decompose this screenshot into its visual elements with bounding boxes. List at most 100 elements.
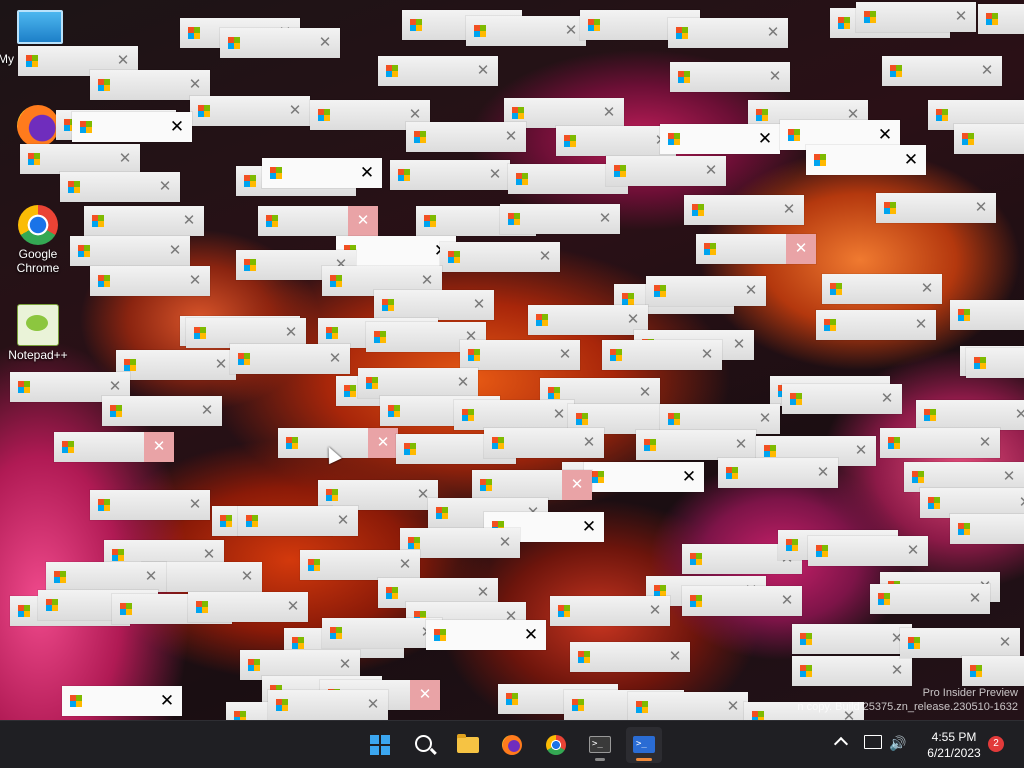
close-button[interactable]: ✕ — [110, 144, 140, 174]
close-button[interactable]: ✕ — [232, 562, 262, 592]
close-button[interactable]: ✕ — [912, 274, 942, 304]
close-button[interactable]: ✕ — [872, 384, 902, 414]
close-button[interactable]: ✕ — [516, 620, 546, 650]
message-box[interactable]: ✕ — [792, 656, 912, 686]
close-button[interactable]: ✕ — [640, 596, 670, 626]
message-box[interactable]: ✕ — [950, 514, 1024, 544]
close-button[interactable]: ✕ — [348, 206, 378, 236]
close-button[interactable]: ✕ — [496, 122, 526, 152]
message-box[interactable]: ✕ — [472, 470, 592, 500]
message-box[interactable]: ✕ — [570, 642, 690, 672]
close-button[interactable]: ✕ — [808, 458, 838, 488]
network-icon[interactable] — [864, 735, 882, 749]
close-button[interactable]: ✕ — [574, 428, 604, 458]
message-box[interactable]: ✕ — [606, 156, 726, 186]
message-box[interactable]: ✕ — [718, 458, 838, 488]
close-button[interactable]: ✕ — [144, 432, 174, 462]
taskbar-firefox[interactable] — [494, 727, 530, 763]
message-box[interactable]: ✕ — [978, 4, 1024, 34]
close-button[interactable]: ✕ — [970, 428, 1000, 458]
message-box[interactable]: ✕ — [70, 236, 190, 266]
message-box[interactable]: ✕ — [390, 160, 510, 190]
message-box[interactable]: ✕ — [856, 2, 976, 32]
close-button[interactable]: ✕ — [480, 160, 510, 190]
close-button[interactable]: ✕ — [150, 172, 180, 202]
desktop-icon-chrome[interactable]: Google Chrome — [0, 205, 76, 275]
message-box[interactable]: ✕ — [500, 204, 620, 234]
message-box[interactable]: ✕ — [806, 145, 926, 175]
close-button[interactable]: ✕ — [368, 428, 398, 458]
message-box[interactable]: ✕ — [528, 305, 648, 335]
start-button[interactable] — [362, 727, 398, 763]
close-button[interactable]: ✕ — [906, 310, 936, 340]
close-button[interactable]: ✕ — [562, 470, 592, 500]
message-box[interactable]: ✕ — [358, 368, 478, 398]
message-box[interactable]: ✕ — [60, 172, 180, 202]
close-button[interactable]: ✕ — [530, 242, 560, 272]
close-button[interactable]: ✕ — [724, 330, 754, 360]
message-box[interactable]: ✕ — [696, 234, 816, 264]
message-box[interactable]: ✕ — [258, 206, 378, 236]
close-button[interactable]: ✕ — [896, 145, 926, 175]
close-button[interactable]: ✕ — [674, 462, 704, 492]
clock[interactable]: 4:55 PM 6/21/2023 — [912, 729, 996, 761]
message-box[interactable]: ✕ — [322, 618, 442, 648]
close-button[interactable]: ✕ — [966, 193, 996, 223]
message-box[interactable]: ✕ — [584, 462, 704, 492]
message-box[interactable]: ✕ — [300, 550, 420, 580]
message-box[interactable]: ✕ — [90, 266, 210, 296]
close-button[interactable]: ✕ — [990, 628, 1020, 658]
message-box[interactable]: ✕ — [876, 193, 996, 223]
desktop[interactable]: My Google Chrome Notepad++ ✕ ✕ ✕ ✕ ✕ ✕ ✕ ✕ ✕ ✕ ✕ ✕ ✕… — [0, 0, 1024, 720]
notification-badge[interactable]: 2 — [988, 736, 1004, 752]
desktop-icon-notepad-plus-plus[interactable]: Notepad++ — [0, 304, 76, 362]
close-button[interactable]: ✕ — [590, 204, 620, 234]
close-button[interactable]: ✕ — [758, 18, 788, 48]
message-box[interactable]: ✕ — [378, 56, 498, 86]
message-box[interactable]: ✕ — [954, 124, 1024, 154]
close-button[interactable]: ✕ — [180, 490, 210, 520]
message-box[interactable]: ✕ — [268, 690, 388, 720]
message-box[interactable]: ✕ — [20, 144, 140, 174]
message-box[interactable]: ✕ — [190, 96, 310, 126]
message-box[interactable]: ✕ — [670, 62, 790, 92]
message-box[interactable]: ✕ — [466, 16, 586, 46]
message-box[interactable]: ✕ — [646, 276, 766, 306]
close-button[interactable]: ✕ — [846, 436, 876, 466]
close-button[interactable]: ✕ — [490, 528, 520, 558]
close-button[interactable]: ✕ — [328, 506, 358, 536]
message-box[interactable]: ✕ — [374, 290, 494, 320]
message-box[interactable]: ✕ — [62, 686, 182, 716]
close-button[interactable]: ✕ — [352, 158, 382, 188]
message-box[interactable]: ✕ — [668, 18, 788, 48]
close-button[interactable]: ✕ — [898, 536, 928, 566]
message-box[interactable]: ✕ — [628, 692, 748, 720]
taskbar-file-explorer[interactable] — [450, 727, 486, 763]
close-button[interactable]: ✕ — [772, 586, 802, 616]
close-button[interactable]: ✕ — [550, 340, 580, 370]
close-button[interactable]: ✕ — [358, 690, 388, 720]
message-box[interactable]: ✕ — [460, 340, 580, 370]
search-button[interactable] — [406, 727, 442, 763]
message-box[interactable]: ✕ — [660, 124, 780, 154]
taskbar-powershell[interactable]: >_ — [626, 727, 662, 763]
close-button[interactable]: ✕ — [180, 266, 210, 296]
message-box[interactable]: ✕ — [792, 624, 912, 654]
close-button[interactable]: ✕ — [760, 62, 790, 92]
close-button[interactable]: ✕ — [660, 642, 690, 672]
message-box[interactable]: ✕ — [46, 562, 166, 592]
message-box[interactable]: ✕ — [682, 586, 802, 616]
close-button[interactable]: ✕ — [574, 512, 604, 542]
message-box[interactable]: ✕ — [556, 126, 676, 156]
close-button[interactable]: ✕ — [960, 584, 990, 614]
close-button[interactable]: ✕ — [786, 234, 816, 264]
message-box[interactable]: ✕ — [870, 584, 990, 614]
message-box[interactable]: ✕ — [900, 628, 1020, 658]
message-box[interactable]: ✕ — [426, 620, 546, 650]
message-box[interactable]: ✕ — [816, 310, 936, 340]
taskbar-terminal[interactable]: >_ — [582, 727, 618, 763]
show-hidden-icons-chevron-icon[interactable] — [833, 736, 849, 752]
close-button[interactable]: ✕ — [468, 56, 498, 86]
close-button[interactable]: ✕ — [310, 28, 340, 58]
close-button[interactable]: ✕ — [750, 124, 780, 154]
